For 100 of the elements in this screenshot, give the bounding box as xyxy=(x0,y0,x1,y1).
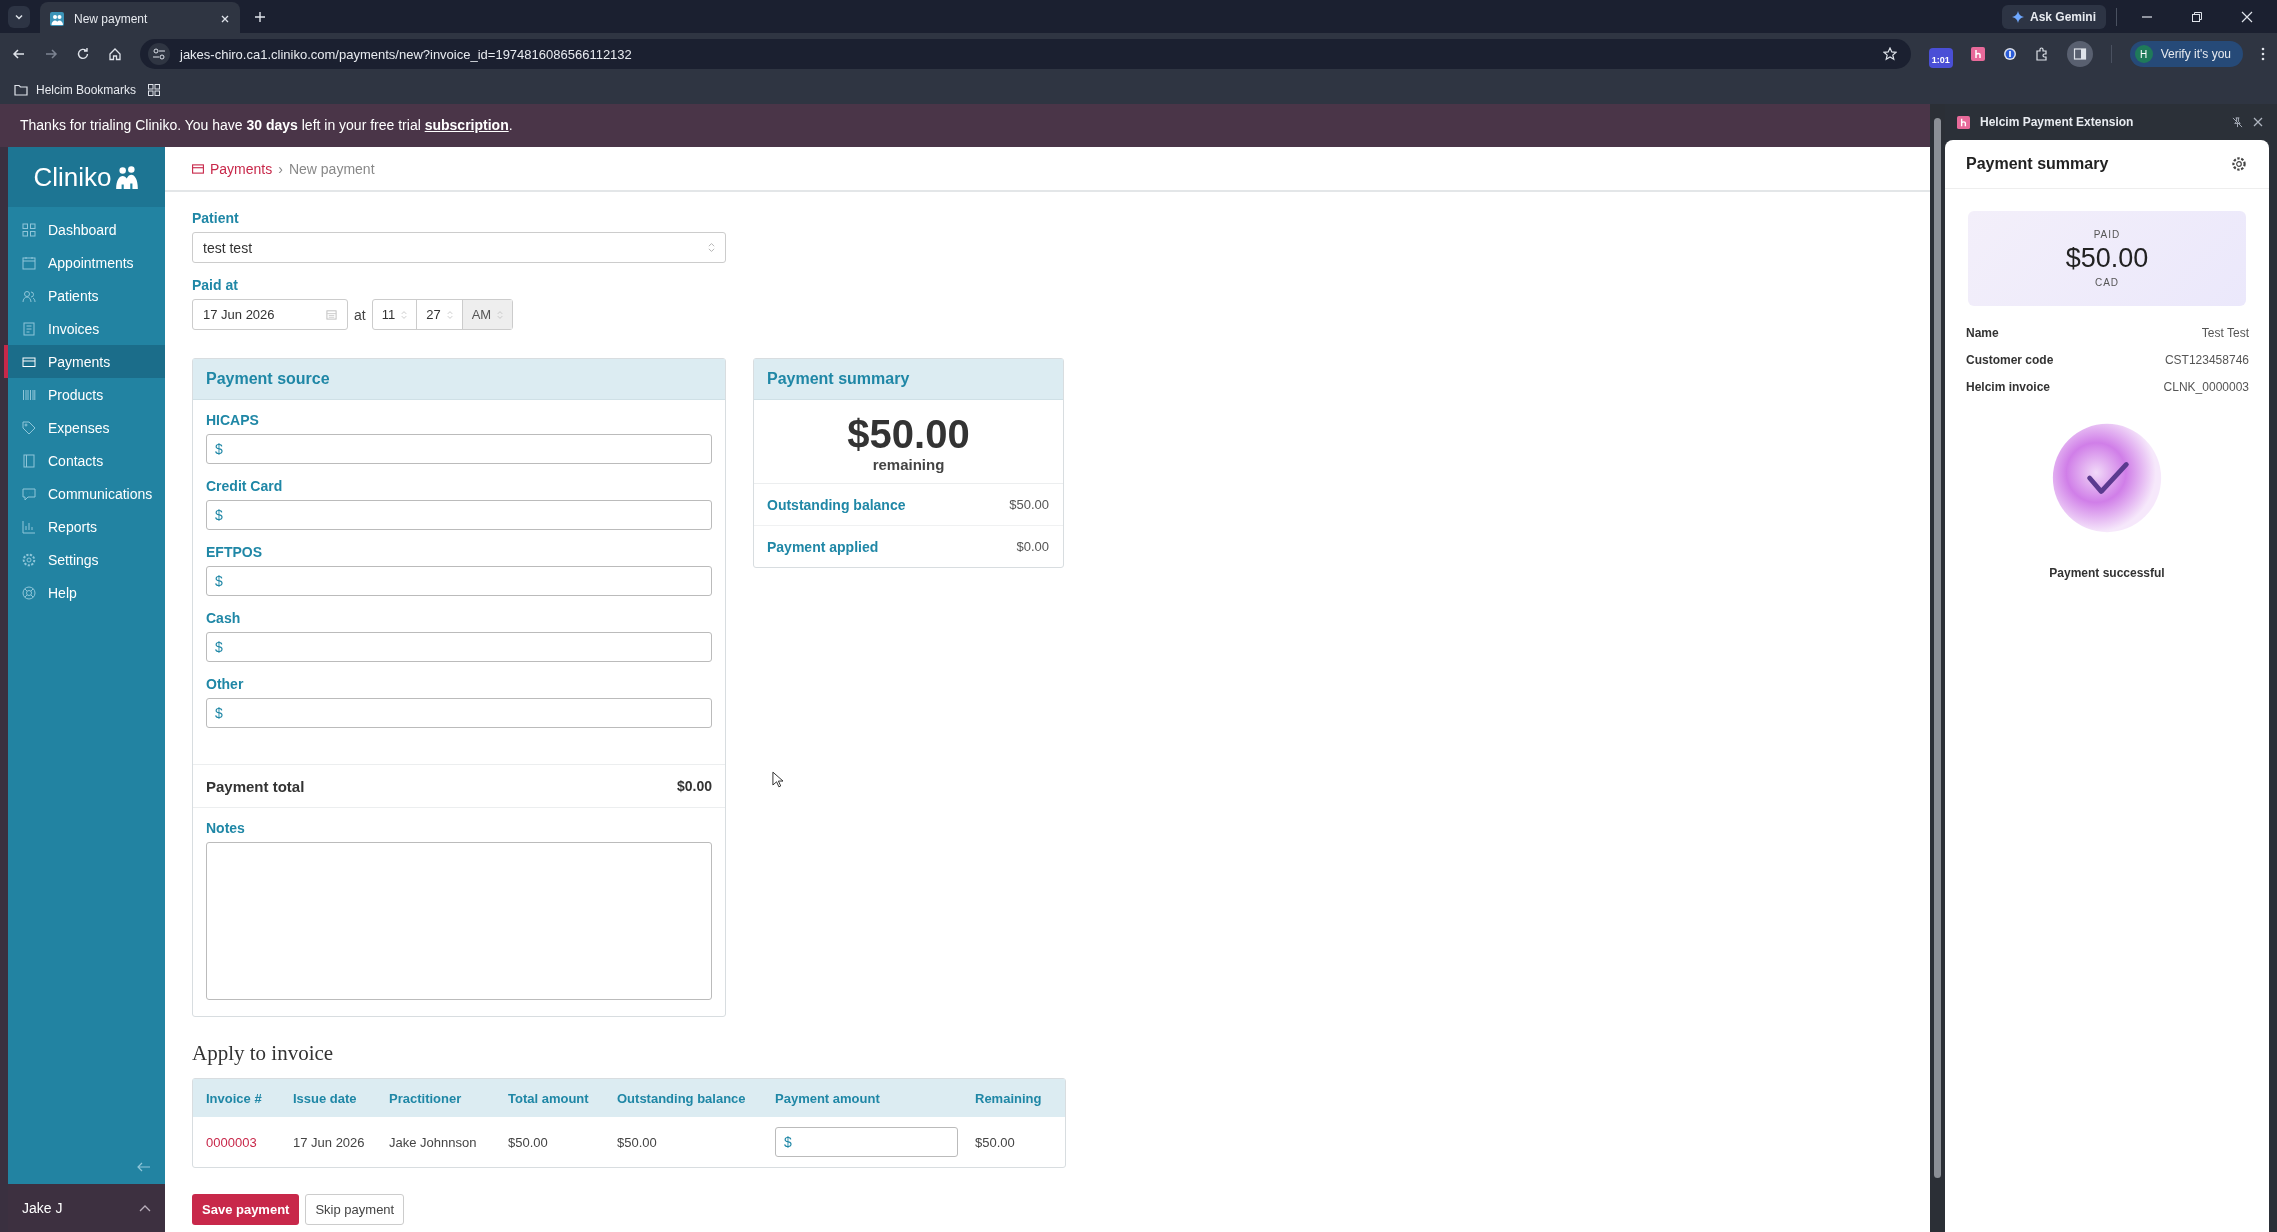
sidebar-nav-item[interactable]: Settings xyxy=(4,543,165,576)
amount-field[interactable]: $ xyxy=(206,566,712,596)
field-label: HICAPS xyxy=(206,412,260,428)
side-panel-button[interactable] xyxy=(2066,41,2093,67)
more-options-icon[interactable] xyxy=(2261,47,2265,61)
book-icon xyxy=(22,453,36,468)
sidebar-nav-item[interactable]: Invoices xyxy=(4,312,165,345)
save-payment-button[interactable]: Save payment xyxy=(192,1194,300,1225)
amount-field[interactable]: $ xyxy=(206,434,712,464)
field-label: Other xyxy=(206,676,245,692)
dashboard-icon xyxy=(22,222,36,237)
at-label: at xyxy=(354,306,366,323)
new-tab-icon[interactable] xyxy=(254,10,266,23)
puzzle-piece-icon[interactable] xyxy=(2034,47,2049,61)
calendar-icon xyxy=(326,309,337,320)
home-icon[interactable] xyxy=(108,47,122,61)
remaining-amount: $50.00 xyxy=(847,412,970,456)
field-label: Notes xyxy=(206,820,246,836)
sidebar-nav-item[interactable]: Dashboard xyxy=(4,213,165,246)
site-settings-icon[interactable] xyxy=(148,43,170,65)
remaining-caption: remaining xyxy=(872,456,945,473)
detail-value: CLNK_0000003 xyxy=(2163,380,2249,394)
column-header: Invoice # xyxy=(206,1090,263,1106)
detail-label: Helcim invoice xyxy=(1966,380,2051,394)
sidebar-nav-item[interactable]: Appointments xyxy=(4,246,165,279)
sidebar-nav-item[interactable]: Expenses xyxy=(4,411,165,444)
skip-payment-button[interactable]: Skip payment xyxy=(305,1194,405,1225)
table-cell-text: $50.00 xyxy=(617,1134,658,1150)
restore-icon[interactable] xyxy=(2191,10,2203,23)
barcode-icon xyxy=(22,387,36,402)
settings-icon xyxy=(22,552,36,567)
close-icon[interactable] xyxy=(2253,117,2263,127)
payment-amount-field[interactable]: $ xyxy=(775,1127,958,1157)
table-cell-text: 17 Jun 2026 xyxy=(293,1134,366,1150)
tab-list-button[interactable] xyxy=(8,5,30,28)
detail-label: Customer code xyxy=(1966,353,2054,367)
column-header: Outstanding balance xyxy=(617,1090,747,1106)
sidebar-nav-item[interactable]: Contacts xyxy=(4,444,165,477)
side-panel-icon xyxy=(2072,47,2087,61)
people-icon xyxy=(22,288,36,303)
detail-value: CST123458746 xyxy=(2164,353,2249,367)
detail-label: Name xyxy=(1966,326,1999,340)
address-bar[interactable]: jakes-chiro.ca1.cliniko.com/payments/new?invoice_id=1974816086566112132 xyxy=(140,39,1911,69)
notes-field[interactable] xyxy=(206,842,712,1000)
browser-tab[interactable]: New payment xyxy=(40,2,240,35)
sidebar-nav-item[interactable]: Patients xyxy=(4,279,165,312)
column-header: Payment amount xyxy=(775,1090,881,1106)
sparkle-icon xyxy=(2011,10,2024,23)
amount-field[interactable]: $ xyxy=(206,632,712,662)
column-header: Issue date xyxy=(293,1090,358,1106)
column-header: Practitioner xyxy=(389,1090,463,1106)
summary-label: Outstanding balance xyxy=(767,496,906,513)
card-icon xyxy=(192,163,204,174)
table-cell-text: $50.00 xyxy=(508,1134,549,1150)
breadcrumb-link[interactable]: Payments xyxy=(210,160,273,177)
column-header: Remaining xyxy=(975,1090,1043,1106)
bar-chart-icon xyxy=(22,519,36,534)
chat-icon xyxy=(22,486,36,501)
helcim-extension-icon[interactable] xyxy=(1970,47,1985,61)
invoice-link[interactable]: 0000003 xyxy=(206,1134,293,1150)
document-icon xyxy=(22,321,36,336)
subscription-link[interactable]: subscription xyxy=(424,117,509,133)
chevron-up-icon xyxy=(139,1204,151,1212)
breadcrumb-separator: › xyxy=(278,160,283,177)
scrollbar[interactable] xyxy=(1930,104,1945,1232)
forward-arrow-icon[interactable] xyxy=(44,47,58,61)
section-heading: Apply to invoice xyxy=(192,1041,334,1066)
bookmark-folder[interactable]: Helcim Bookmarks xyxy=(14,82,137,97)
mouse-pointer-icon xyxy=(772,771,783,788)
amount-field[interactable]: $ xyxy=(206,698,712,728)
sidebar-nav-item[interactable]: Help xyxy=(4,576,165,609)
star-icon[interactable] xyxy=(1882,47,1897,61)
total-label: Payment total xyxy=(206,777,305,795)
sidebar-nav-item[interactable]: Communications xyxy=(4,477,165,510)
card-heading: Payment source xyxy=(193,359,725,400)
user-menu[interactable]: Jake J xyxy=(8,1184,165,1232)
up-down-arrows-icon xyxy=(708,242,715,253)
help-icon xyxy=(22,585,36,600)
back-arrow-icon[interactable] xyxy=(12,47,26,61)
apps-grid-icon[interactable] xyxy=(148,83,161,96)
table-cell-text: $50.00 xyxy=(975,1134,1016,1150)
timer-extension-icon[interactable]: 1:01 xyxy=(1928,48,1953,68)
patient-select[interactable]: test test xyxy=(192,232,726,263)
summary-value: $50.00 xyxy=(1009,497,1049,512)
helcim-logo-icon xyxy=(1957,115,1970,129)
sidebar-nav-item[interactable]: Payments xyxy=(4,345,165,378)
sidebar-nav-item[interactable]: Reports xyxy=(4,510,165,543)
profile-button[interactable]: H Verify it's you xyxy=(2129,41,2243,67)
password-manager-icon[interactable] xyxy=(2002,47,2017,61)
settings-icon[interactable] xyxy=(2231,156,2247,172)
ask-gemini-button[interactable]: Ask Gemini xyxy=(2001,4,2106,29)
amount-field[interactable]: $ xyxy=(206,500,712,530)
card-heading: Payment summary xyxy=(754,359,1063,400)
date-field[interactable]: 17 Jun 2026 xyxy=(192,299,348,330)
table-cell-text: Jake Johnnson xyxy=(389,1134,478,1150)
unpin-icon[interactable] xyxy=(2232,116,2243,128)
reload-icon[interactable] xyxy=(76,47,90,61)
cliniko-logo[interactable]: Cliniko xyxy=(8,147,165,207)
sidebar-nav-item[interactable]: Products xyxy=(4,378,165,411)
field-label: Paid at xyxy=(192,277,238,293)
